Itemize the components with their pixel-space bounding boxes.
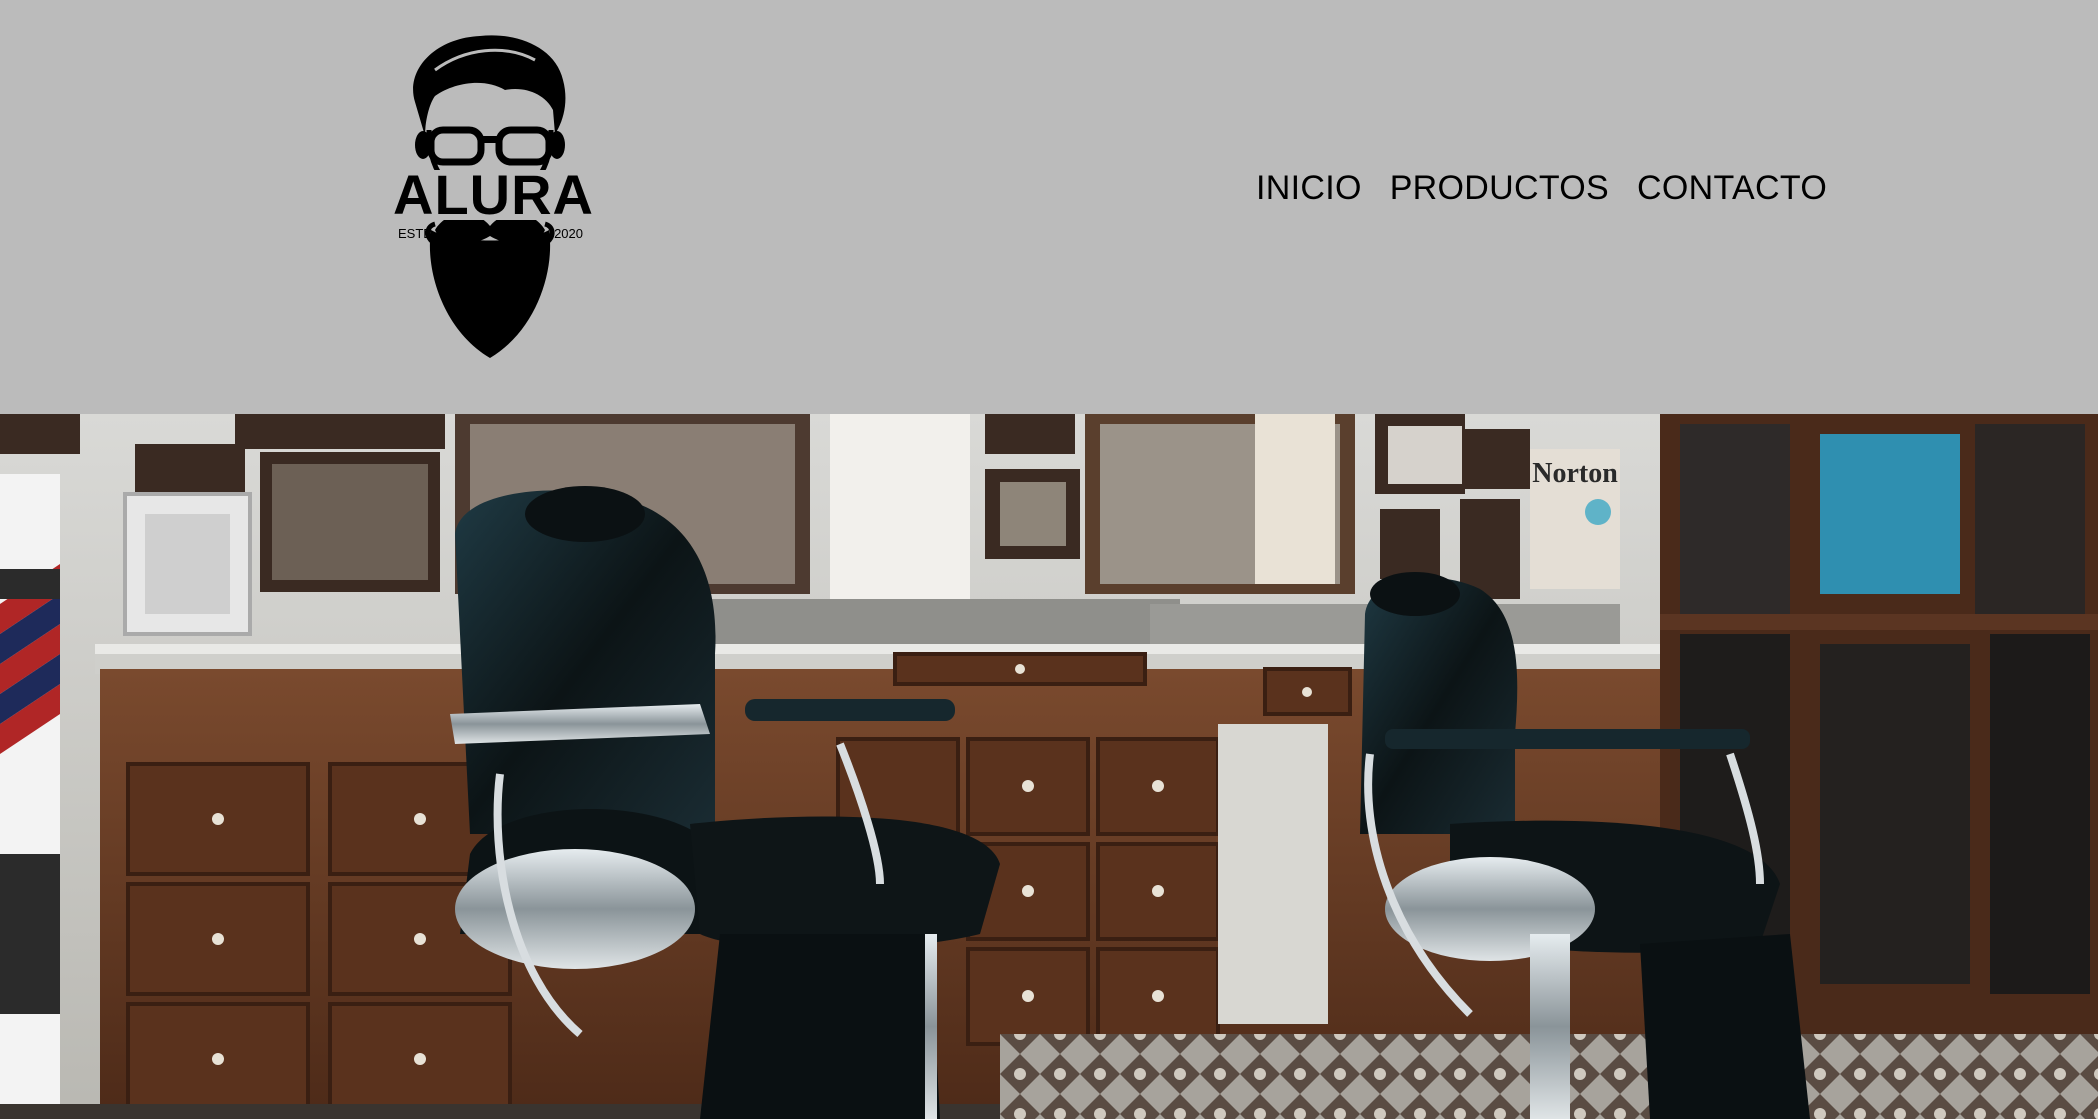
hero-banner: Norton — [0, 414, 2098, 1119]
main-nav: INICIO PRODUCTOS CONTACTO — [1256, 166, 1827, 210]
brand-year: 2020 — [554, 226, 583, 241]
barbershop-interior-image: Norton — [0, 414, 2098, 1119]
brand-logo[interactable]: ALURA ESTD 2020 — [393, 30, 594, 358]
norton-sign-text: Norton — [1532, 458, 1618, 489]
nav-item-productos[interactable]: PRODUCTOS — [1390, 169, 1609, 208]
nav-item-inicio[interactable]: INICIO — [1256, 169, 1362, 208]
site-header: ALURA ESTD 2020 INICIO PRODUCTOS CONTACT… — [0, 0, 2098, 414]
brand-estd-label: ESTD — [398, 226, 433, 241]
nav-item-contacto[interactable]: CONTACTO — [1637, 169, 1827, 208]
brand-name: ALURA — [393, 163, 594, 226]
